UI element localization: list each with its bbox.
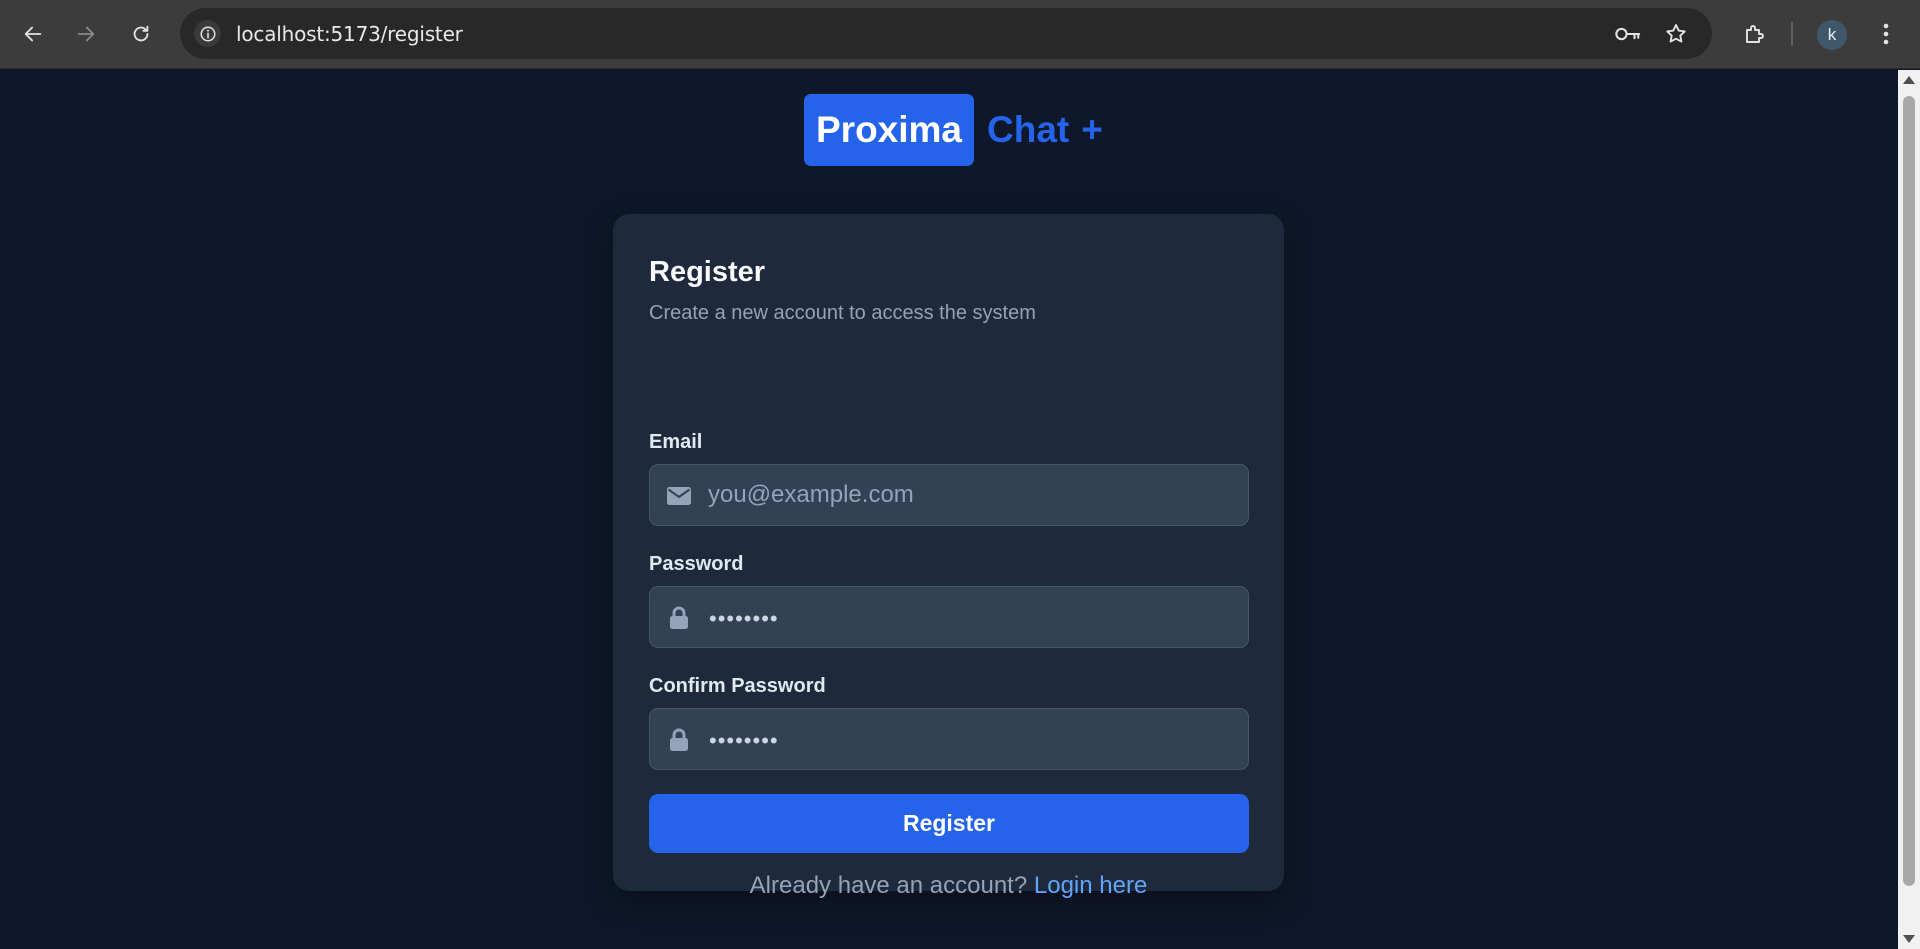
confirm-password-input[interactable]: •••••••• xyxy=(709,728,779,754)
password-input[interactable]: •••••••• xyxy=(709,606,779,632)
envelope-icon xyxy=(666,484,692,508)
browser-toolbar: localhost:5173/register k xyxy=(0,0,1920,69)
reload-icon xyxy=(133,25,149,42)
login-prompt-text: Already have an account? xyxy=(749,872,1028,899)
brand-logo[interactable]: Proxima Chat + xyxy=(804,94,1103,166)
arrow-left-icon xyxy=(24,26,42,42)
scrollbar-thumb[interactable] xyxy=(1903,96,1915,886)
url-host: localhost:5173 xyxy=(236,22,381,46)
scroll-up-icon[interactable] xyxy=(1903,76,1915,84)
logo-proxima: Proxima xyxy=(804,94,975,166)
email-field[interactable] xyxy=(649,464,1249,526)
url-text[interactable]: localhost:5173/register xyxy=(236,22,463,46)
register-card: Register Create a new account to access … xyxy=(613,214,1284,899)
star-icon[interactable] xyxy=(1662,20,1690,48)
login-link[interactable]: Login here xyxy=(1034,872,1147,899)
arrow-right-icon xyxy=(77,26,95,42)
toolbar-divider xyxy=(1791,22,1793,46)
lock-icon xyxy=(666,728,692,752)
page-scrollbar[interactable] xyxy=(1898,70,1920,949)
form-subtitle: Create a new account to access the syste… xyxy=(649,302,1036,324)
password-field[interactable]: •••••••• xyxy=(649,586,1249,648)
info-icon[interactable] xyxy=(194,20,221,47)
url-path: /register xyxy=(380,22,463,46)
confirm-password-field[interactable]: •••••••• xyxy=(649,708,1249,770)
lock-icon xyxy=(666,606,692,630)
reload-button[interactable] xyxy=(121,14,161,54)
logo-chat: Chat xyxy=(987,109,1070,150)
confirm-password-label: Confirm Password xyxy=(649,675,826,697)
page-viewport: Proxima Chat + Register Create a new acc… xyxy=(0,70,1898,949)
back-button[interactable] xyxy=(13,14,53,54)
logo-plus: + xyxy=(1081,109,1103,150)
login-prompt-row: Already have an account? Login here xyxy=(613,872,1284,900)
extensions-button[interactable] xyxy=(1734,14,1774,54)
key-icon[interactable] xyxy=(1614,20,1642,48)
email-label: Email xyxy=(649,431,703,453)
browser-menu-button[interactable] xyxy=(1866,14,1906,54)
puzzle-icon xyxy=(1746,25,1764,43)
email-input[interactable] xyxy=(708,465,1238,525)
forward-button[interactable] xyxy=(66,14,106,54)
profile-avatar[interactable]: k xyxy=(1817,20,1847,50)
kebab-menu-icon xyxy=(1883,23,1889,45)
form-title: Register xyxy=(649,256,766,288)
scroll-down-icon[interactable] xyxy=(1903,935,1915,943)
password-label: Password xyxy=(649,553,744,575)
register-button[interactable]: Register xyxy=(649,794,1249,853)
address-bar[interactable]: localhost:5173/register xyxy=(180,8,1712,59)
